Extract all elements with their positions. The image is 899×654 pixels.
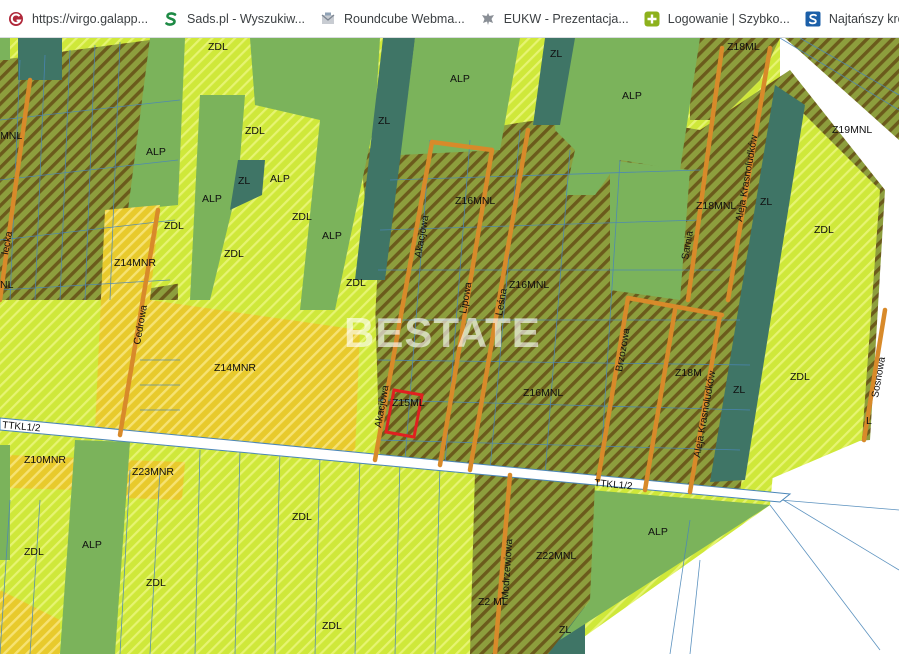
bookmark-title: Roundcube Webma... [344, 11, 465, 26]
zone-label: ZDL [224, 248, 244, 260]
zone-label: NL [0, 279, 14, 291]
zone-label: Z18M [675, 367, 702, 379]
bookmark-kredyt[interactable]: Najtańszy kredyt z... [801, 5, 899, 33]
zone-label: Z16MNL [523, 387, 563, 399]
zoning-map[interactable]: ZDL ZL ALP ALP Z18ML ZL ZDL Z19MNL MNL A… [0, 38, 899, 654]
zone-label: ZDL [146, 577, 166, 589]
zone-area [18, 38, 62, 80]
zone-label: Z14MNR [114, 257, 156, 269]
plus-logo-icon [644, 11, 660, 27]
bookmark-title: Sads.pl - Wyszukiw... [187, 11, 306, 26]
bookmark-title: EUKW - Prezentacja... [503, 11, 629, 26]
zone-label: ZDL [346, 277, 366, 289]
zone-label: ALP [82, 539, 102, 551]
zoning-map-svg[interactable]: ZDL ZL ALP ALP Z18ML ZL ZDL Z19MNL MNL A… [0, 38, 899, 654]
zone-label: Z15ML [392, 397, 425, 409]
zone-label: ALP [270, 173, 290, 185]
bookmark-title: Logowanie | Szybko... [667, 11, 790, 26]
zone-area [610, 160, 690, 300]
zone-label: ALP [146, 146, 166, 158]
zone-label: ALP [648, 526, 668, 538]
zone-label: ZDL [208, 41, 228, 53]
zone-label: ZDL [292, 511, 312, 523]
zone-label: ZL [733, 384, 745, 396]
eagle-emblem-icon [480, 11, 496, 27]
bookmark-roundcube[interactable]: Roundcube Webma... [316, 5, 474, 33]
zone-label: Z22MNL [536, 550, 576, 562]
zone-label: L [866, 415, 872, 427]
zone-label: ZDL [814, 224, 834, 236]
zone-label: Z16MNL [455, 195, 495, 207]
zone-area [0, 38, 10, 60]
zone-label: ALP [450, 73, 470, 85]
zone-label: ZL [559, 624, 571, 636]
bookmark-logowanie[interactable]: Logowanie | Szybko... [640, 5, 799, 33]
zone-label: ZL [238, 175, 250, 187]
s-logo-icon [805, 11, 821, 27]
zone-label: Z18MNL [696, 200, 736, 212]
roundcube-logo-icon [320, 11, 336, 27]
bookmarks-bar: https://virgo.galapp... Sads.pl - Wyszuk… [0, 0, 899, 38]
zone-label: ZL [378, 115, 390, 127]
zone-label: ZDL [790, 371, 810, 383]
zone-label: ZDL [24, 546, 44, 558]
zone-label: ZDL [164, 220, 184, 232]
zone-label: ZDL [322, 620, 342, 632]
watermark: BESTATE [344, 309, 541, 356]
zone-label: MNL [0, 130, 22, 142]
zone-label: ALP [322, 230, 342, 242]
bookmark-galapp[interactable]: https://virgo.galapp... [4, 5, 157, 33]
bookmark-title: https://virgo.galapp... [32, 11, 149, 26]
zone-label: Z10MNR [24, 454, 66, 466]
zone-label: Z23MNR [132, 466, 174, 478]
bookmark-eukw[interactable]: EUKW - Prezentacja... [476, 5, 638, 33]
zone-label: ALP [622, 90, 642, 102]
zone-label: Z18ML [727, 41, 760, 53]
zone-area [400, 38, 520, 155]
zone-label: Z16MNL [509, 279, 549, 291]
zone-label: ZL [550, 48, 562, 60]
zone-area [0, 445, 10, 560]
zone-label: Z19MNL [832, 124, 872, 136]
bookmark-sads[interactable]: Sads.pl - Wyszukiw... [159, 5, 314, 33]
zone-label: Z14MNR [214, 362, 256, 374]
zone-label: ALP [202, 193, 222, 205]
galapp-logo-icon [8, 11, 24, 27]
zone-label: ZDL [245, 125, 265, 137]
sads-logo-icon [163, 11, 179, 27]
zone-label: ZDL [292, 211, 312, 223]
zone-label: ZL [760, 196, 772, 208]
bookmark-title: Najtańszy kredyt z... [828, 11, 899, 26]
